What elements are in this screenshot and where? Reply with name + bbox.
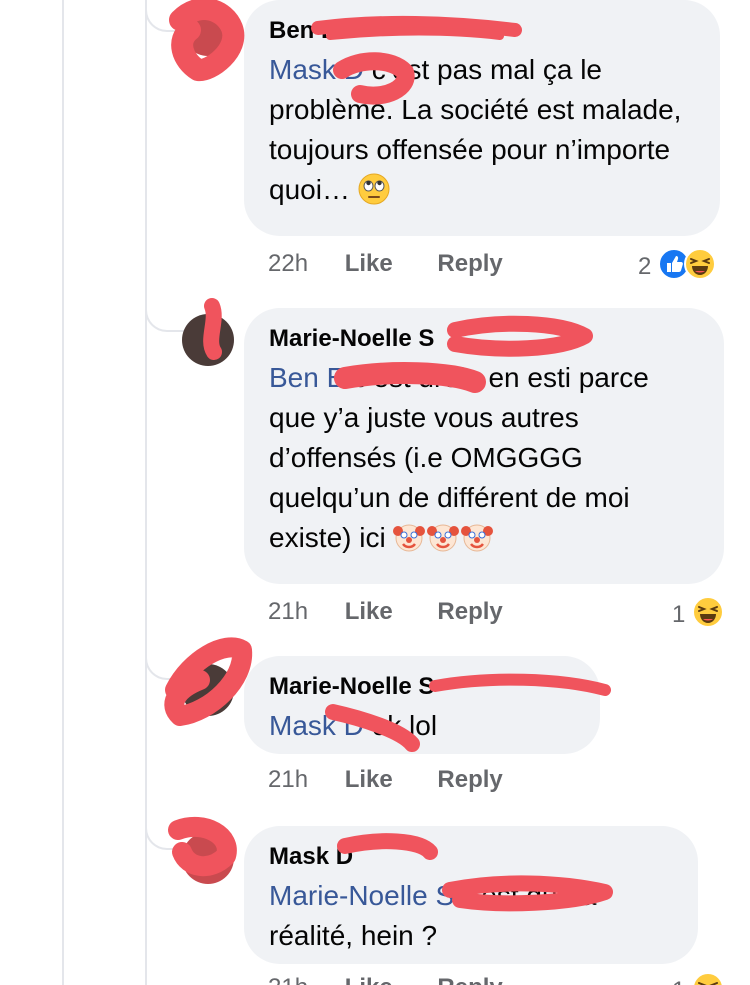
comment-actions: 22h Like Reply	[268, 250, 541, 278]
comment-thread: Ben D Mask D c’est pas mal ça le problèm…	[0, 0, 750, 985]
timestamp[interactable]: 22h	[268, 250, 308, 277]
thread-connector	[145, 0, 187, 32]
comment-bubble: Marie-Noelle S Mask D ok lol	[244, 656, 600, 754]
thread-connector	[145, 648, 187, 680]
comment-author[interactable]: Ben D	[269, 16, 694, 46]
reply-button[interactable]: Reply	[437, 250, 502, 277]
haha-reaction-icon	[684, 248, 717, 280]
comment-bubble: Marie-Noelle S Ben E c’est drôle en esti…	[244, 308, 724, 584]
reaction-summary[interactable]: 2	[638, 248, 717, 281]
haha-reaction-icon	[692, 596, 725, 628]
comment-text: Ben E c’est drôle en esti parce que y’a …	[269, 358, 698, 558]
comment-actions: 21h Like Reply	[268, 598, 541, 626]
haha-reaction-icon	[692, 972, 724, 985]
comment-text: Mask D ok lol	[269, 706, 574, 746]
comment-text: Marie-Noelle S c'est dur la réalité, hei…	[269, 876, 672, 956]
comment-bubble: Mask D Marie-Noelle S c'est dur la réali…	[244, 826, 698, 964]
comment-author[interactable]: Marie-Noelle S	[269, 672, 574, 702]
reply-button[interactable]: Reply	[437, 598, 502, 625]
thread-line-outer	[62, 0, 64, 985]
thread-connector	[145, 818, 187, 850]
reply-button[interactable]: Reply	[437, 766, 502, 793]
avatar[interactable]	[182, 664, 234, 716]
avatar[interactable]	[182, 314, 234, 366]
clown-face-icon	[393, 524, 426, 552]
comment-text: Mask D c’est pas mal ça le problème. La …	[269, 50, 694, 210]
like-button[interactable]: Like	[345, 250, 393, 277]
timestamp[interactable]: 21h	[268, 974, 308, 985]
comment-actions: 21h Like Reply	[268, 974, 541, 985]
like-button[interactable]: Like	[345, 598, 393, 625]
reaction-summary[interactable]: 1	[672, 596, 725, 629]
face-with-rolling-eyes-icon	[358, 173, 390, 205]
reaction-count: 1	[672, 977, 685, 985]
comment-bubble: Ben D Mask D c’est pas mal ça le problèm…	[244, 0, 720, 236]
like-button[interactable]: Like	[345, 974, 393, 985]
mention-link[interactable]: Mask D	[269, 54, 364, 85]
avatar[interactable]	[182, 4, 234, 56]
timestamp[interactable]: 21h	[268, 766, 308, 793]
reply-button[interactable]: Reply	[437, 974, 502, 985]
reaction-count: 1	[672, 601, 686, 628]
reaction-count: 2	[638, 253, 652, 280]
like-button[interactable]: Like	[345, 766, 393, 793]
comment-body: ok lol	[371, 710, 438, 741]
mention-link[interactable]: Ben E	[269, 362, 345, 393]
reaction-summary[interactable]: 1	[672, 972, 724, 985]
clown-face-icon	[427, 524, 460, 552]
avatar[interactable]	[182, 832, 234, 884]
comment-author[interactable]: Mask D	[269, 842, 672, 872]
thread-connector	[145, 300, 187, 332]
mention-link[interactable]: Mask D	[269, 710, 364, 741]
timestamp[interactable]: 21h	[268, 598, 308, 625]
comment-actions: 21h Like Reply	[268, 766, 541, 794]
clown-face-icon	[461, 524, 494, 552]
comment-author[interactable]: Marie-Noelle S	[269, 324, 698, 354]
mention-link[interactable]: Marie-Noelle S	[269, 880, 454, 911]
